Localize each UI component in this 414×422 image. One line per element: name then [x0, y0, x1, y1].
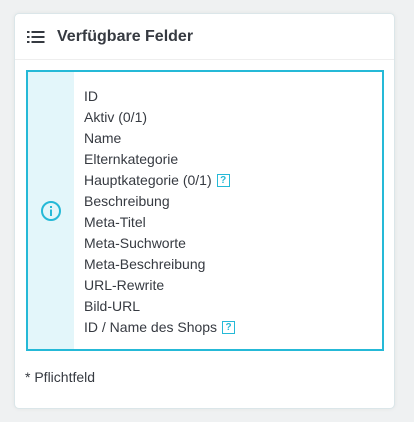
- panel-title: Verfügbare Felder: [57, 27, 194, 45]
- field-item: Meta-Suchworte: [84, 233, 235, 254]
- field-label: Meta-Suchworte: [84, 235, 186, 251]
- fields-list: ID Aktiv (0/1) Name Elternkategorie Hauptkat…: [74, 72, 236, 349]
- field-label: ID: [84, 88, 98, 104]
- field-label: URL-Rewrite: [84, 277, 165, 293]
- field-item: Meta-Beschreibung: [84, 254, 235, 275]
- field-label: Hauptkategorie (0/1): [84, 172, 212, 188]
- field-label: ID / Name des Shops: [84, 319, 218, 335]
- field-item: URL-Rewrite: [84, 275, 235, 296]
- panel-header: Verfügbare Felder: [15, 14, 394, 60]
- field-item: Elternkategorie: [84, 149, 235, 170]
- field-item: Aktiv (0/1): [84, 107, 235, 128]
- field-label: Elternkategorie: [84, 151, 179, 167]
- help-icon[interactable]: ?: [216, 174, 230, 187]
- required-field-note: * Pflichtfeld: [25, 369, 96, 385]
- field-item: Bild-URL: [84, 296, 235, 317]
- help-icon[interactable]: ?: [222, 321, 236, 334]
- field-label: Bild-URL: [84, 298, 141, 314]
- field-label: Beschreibung: [84, 193, 170, 209]
- field-label: Aktiv (0/1): [84, 109, 148, 125]
- info-icon: [40, 200, 62, 222]
- info-box: ID Aktiv (0/1) Name Elternkategorie Hauptkat…: [26, 70, 384, 351]
- field-item: Beschreibung: [84, 191, 235, 212]
- field-item: Hauptkategorie (0/1)?: [84, 170, 235, 191]
- field-item: ID: [84, 86, 235, 107]
- field-item: Name: [84, 128, 235, 149]
- field-label: Name: [84, 130, 122, 146]
- field-item: ID / Name des Shops?: [84, 317, 236, 338]
- list-icon: [27, 30, 45, 44]
- field-label: Meta-Beschreibung: [84, 256, 206, 272]
- available-fields-panel: Verfügbare Felder ID Aktiv (0/1) Name Elter…: [14, 13, 395, 409]
- field-label: Meta-Titel: [84, 214, 146, 230]
- field-item: Meta-Titel: [84, 212, 235, 233]
- info-side: [28, 72, 74, 349]
